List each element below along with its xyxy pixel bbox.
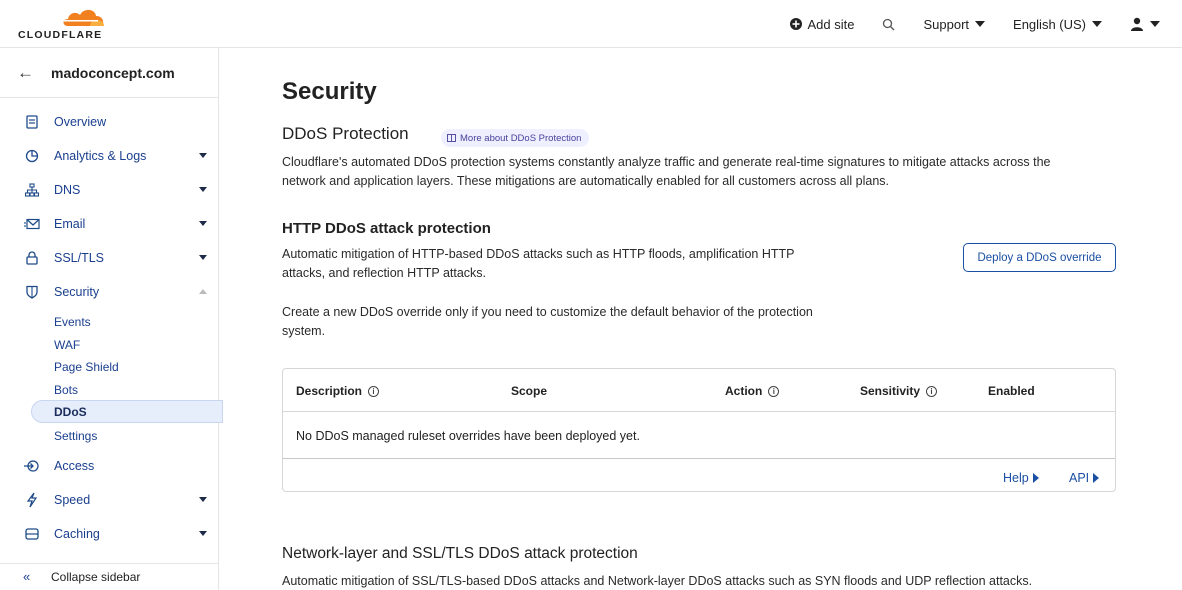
chevron-down-icon: [199, 497, 207, 502]
chevron-down-icon: [1092, 21, 1102, 27]
email-icon: [24, 216, 40, 232]
support-dropdown[interactable]: Support: [923, 16, 986, 32]
http-desc-line-2: attacks, and reflection HTTP attacks.: [282, 266, 487, 280]
sidebar-subitem-waf[interactable]: WAF: [54, 338, 80, 352]
info-icon[interactable]: i: [368, 385, 380, 397]
column-header-sensitivity[interactable]: Sensitivity i: [860, 384, 938, 398]
chevron-down-icon: [199, 187, 207, 192]
overrides-table: Description i Scope Action i Sensitivity…: [282, 368, 1116, 492]
table-header-row: Description i Scope Action i Sensitivity…: [283, 369, 1115, 412]
play-arrow-icon: [1032, 473, 1039, 483]
sidebar-item-label: DNS: [54, 183, 81, 197]
more-about-ddos-link[interactable]: More about DDoS Protection: [441, 129, 590, 147]
override-text-line-2: system.: [282, 324, 326, 338]
top-bar: CLOUDFLARE Add site Support English (US): [0, 0, 1182, 48]
deploy-ddos-override-button[interactable]: Deploy a DDoS override: [963, 243, 1116, 272]
sidebar-subitem-settings[interactable]: Settings: [54, 429, 97, 443]
sidebar-item-ssl-tls[interactable]: SSL/TLS: [0, 244, 218, 272]
sidebar-item-email[interactable]: Email: [0, 210, 218, 238]
collapse-sidebar-label: Collapse sidebar: [51, 570, 141, 584]
chevron-down-icon: [975, 21, 986, 27]
add-site-button[interactable]: Add site: [789, 16, 855, 32]
cloudflare-logo[interactable]: CLOUDFLARE: [18, 6, 108, 42]
sidebar-subitem-bots[interactable]: Bots: [54, 383, 78, 397]
sidebar-item-overview[interactable]: Overview: [0, 108, 218, 136]
sidebar-item-label: Analytics & Logs: [54, 149, 147, 163]
sidebar-item-label: Speed: [54, 493, 91, 507]
sidebar-item-dns[interactable]: DNS: [0, 176, 218, 204]
table-empty-row: No DDoS managed ruleset overrides have b…: [283, 412, 1115, 459]
search-icon: [883, 18, 895, 30]
sidebar-item-label: SSL/TLS: [54, 251, 105, 265]
network-ddos-title: Network-layer and SSL/TLS DDoS attack pr…: [282, 545, 638, 562]
intro-text-line-2: network and application layers. These mi…: [282, 174, 890, 188]
storage-icon: [24, 526, 40, 542]
help-link[interactable]: Help: [1003, 471, 1039, 485]
sidebar-subitem-ddos[interactable]: DDoS: [54, 405, 87, 419]
page-title: Security: [282, 78, 377, 105]
column-header-scope: Scope: [511, 384, 548, 398]
cloud-logo-icon: [63, 9, 104, 26]
user-icon: [1131, 17, 1143, 31]
pie-chart-icon: [24, 148, 40, 164]
section-title: DDoS Protection: [282, 124, 409, 143]
sidebar-item-analytics[interactable]: Analytics & Logs: [0, 142, 218, 170]
document-icon: [24, 114, 40, 130]
user-menu[interactable]: [1130, 17, 1160, 31]
intro-text-line-1: Cloudflare's automated DDoS protection s…: [282, 155, 1051, 169]
sidebar: ← madoconcept.com Overview Analytics & L…: [0, 48, 223, 590]
collapse-sidebar-button[interactable]: « Collapse sidebar: [0, 563, 218, 590]
site-name: madoconcept.com: [51, 65, 175, 81]
site-header: ← madoconcept.com: [0, 48, 218, 98]
access-icon: [24, 458, 40, 474]
chevron-up-icon: [199, 289, 207, 294]
sidebar-item-label: Overview: [54, 115, 107, 129]
more-about-label: More about DDoS Protection: [460, 132, 582, 144]
column-header-action[interactable]: Action i: [725, 384, 780, 398]
language-dropdown[interactable]: English (US): [1013, 17, 1102, 32]
sidebar-item-access[interactable]: Access: [0, 452, 218, 480]
http-desc-line-1: Automatic mitigation of HTTP-based DDoS …: [282, 247, 795, 261]
network-desc: Automatic mitigation of SSL/TLS-based DD…: [282, 574, 1033, 588]
top-right-menu: Add site Support English (US): [762, 0, 1160, 48]
chevron-down-icon: [199, 255, 207, 260]
network-icon: [24, 182, 40, 198]
sidebar-item-speed[interactable]: Speed: [0, 486, 218, 514]
chevron-down-icon: [199, 531, 207, 536]
info-icon[interactable]: i: [926, 385, 938, 397]
column-header-enabled: Enabled: [988, 384, 1035, 398]
sidebar-item-label: Access: [54, 459, 95, 473]
search-button[interactable]: [882, 18, 895, 31]
http-ddos-title: HTTP DDoS attack protection: [282, 220, 491, 237]
add-site-label: Add site: [807, 16, 855, 32]
plus-circle-icon: [789, 18, 802, 30]
column-header-description[interactable]: Description i: [296, 384, 380, 398]
sidebar-subitem-page-shield[interactable]: Page Shield: [54, 360, 119, 374]
lightning-icon: [24, 492, 40, 508]
empty-message: No DDoS managed ruleset overrides have b…: [296, 429, 640, 443]
override-text-line-1: Create a new DDoS override only if you n…: [282, 305, 813, 319]
support-label: Support: [923, 16, 970, 32]
sidebar-item-caching[interactable]: Caching: [0, 520, 218, 548]
book-icon: [447, 134, 456, 142]
info-icon[interactable]: i: [768, 385, 780, 397]
language-label: English (US): [1013, 16, 1086, 32]
logo-wordmark: CLOUDFLARE: [18, 29, 103, 41]
sidebar-item-label: Email: [54, 217, 86, 231]
main-content: Security DDoS Protection More about DDoS…: [220, 48, 1182, 590]
sidebar-item-label: Caching: [54, 527, 100, 541]
lock-icon: [24, 250, 40, 266]
back-arrow-icon[interactable]: ←: [17, 63, 34, 83]
play-arrow-icon: [1093, 473, 1100, 483]
sidebar-subitem-events[interactable]: Events: [54, 315, 91, 329]
double-chevron-left-icon: «: [23, 569, 31, 584]
sidebar-item-label: Security: [54, 285, 100, 299]
shield-icon: [24, 284, 40, 300]
api-link[interactable]: API: [1069, 471, 1100, 485]
chevron-down-icon: [1150, 21, 1160, 27]
chevron-down-icon: [199, 153, 207, 158]
chevron-down-icon: [199, 221, 207, 226]
sidebar-item-security[interactable]: Security: [0, 278, 218, 306]
